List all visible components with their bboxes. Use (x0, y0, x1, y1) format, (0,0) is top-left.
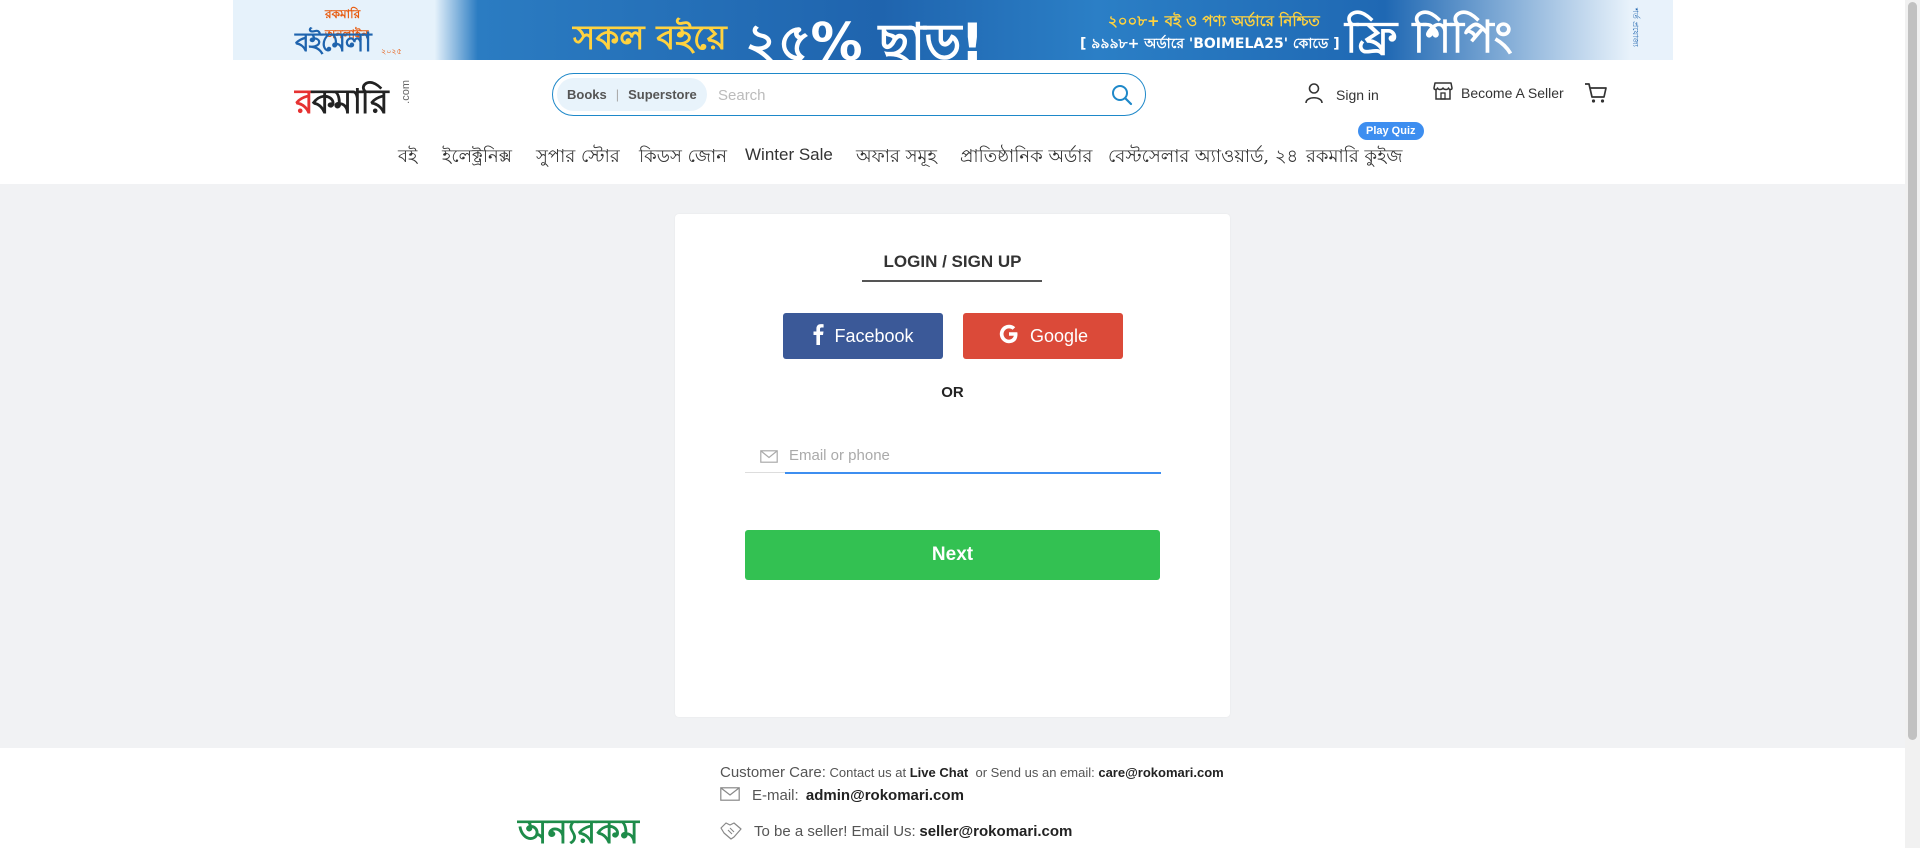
banner-note: শর্ত প্রযোজ্য (1631, 8, 1640, 47)
google-login-button[interactable]: Google (963, 313, 1123, 359)
login-card: LOGIN / SIGN UP Facebook Google OR Next (675, 214, 1230, 717)
search-input[interactable] (718, 83, 1098, 107)
search-tab-divider: | (615, 87, 620, 102)
search-tab-superstore[interactable]: Superstore (628, 87, 697, 102)
store-icon (1433, 82, 1461, 103)
footer-logo[interactable]: অন্যরকম (518, 806, 639, 848)
login-title: LOGIN / SIGN UP (883, 252, 1022, 271)
cart-button[interactable] (1584, 82, 1608, 109)
site-logo[interactable]: রকমারি .com (295, 76, 415, 122)
facebook-login-button[interactable]: Facebook (783, 313, 943, 359)
seller-email-line: To be a seller! Email Us: seller@rokomar… (720, 820, 1072, 843)
site-footer: অন্যরকম Customer Care: Contact us at Liv… (0, 748, 1920, 848)
banner-logo-year: ২০২৫ (381, 47, 402, 56)
nav-item-superstore[interactable]: সুপার স্টোর (536, 142, 620, 173)
promo-banner[interactable]: রকমারি অনলাইন বইমেলা ২০২৫ সকল বইয়ে ২৫% … (233, 0, 1673, 60)
become-seller-label: Become A Seller (1461, 84, 1564, 101)
facebook-login-label: Facebook (834, 325, 914, 346)
nav-item-winter-sale[interactable]: Winter Sale (745, 145, 833, 165)
nav-item-electronics[interactable]: ইলেক্ট্রনিক্স (442, 142, 512, 173)
nav-item-institutional-order[interactable]: প্রাতিষ্ঠানিক অর্ডার (960, 142, 1092, 173)
nav-item-books[interactable]: বই (398, 142, 417, 173)
banner-headline: সকল বইয়ে (573, 18, 727, 58)
search-category-tabs: Books | Superstore (557, 78, 707, 111)
or-divider: OR (941, 384, 964, 401)
email-icon-underline (745, 472, 785, 473)
user-icon (1304, 82, 1336, 107)
sign-in-link[interactable]: Sign in (1304, 82, 1379, 107)
search-icon[interactable] (1111, 84, 1133, 106)
logo-com: .com (400, 80, 412, 104)
logo-text: রকমারি (295, 76, 389, 133)
logo-text-main: কমারি (311, 82, 389, 122)
title-underline (862, 280, 1042, 282)
google-login-label: Google (1029, 325, 1089, 346)
live-chat-link[interactable]: Live Chat (910, 765, 969, 780)
send-email-text: or Send us an email: (975, 765, 1095, 780)
email-or-phone-field[interactable] (785, 438, 1161, 474)
admin-email-link[interactable]: admin@rokomari.com (806, 787, 964, 804)
banner-discount: ২৫% ছাড়! (745, 13, 984, 60)
main-content: LOGIN / SIGN UP Facebook Google OR Next (0, 184, 1920, 748)
google-icon (998, 323, 1030, 350)
customer-care-label: Customer Care: (720, 764, 826, 781)
envelope-icon (754, 446, 784, 466)
nav-item-bestseller-award[interactable]: বেস্টসেলার অ্যাওয়ার্ড, ২৪ (1108, 142, 1298, 173)
sign-in-label: Sign in (1336, 86, 1379, 103)
nav-item-quiz[interactable]: রকমারি কুইজ (1306, 142, 1403, 173)
search-tab-books[interactable]: Books (567, 87, 607, 102)
facebook-icon (812, 323, 834, 350)
nav-item-offers[interactable]: অফার সমূহ (856, 142, 937, 173)
top-banner-area: রকমারি অনলাইন বইমেলা ২০২৫ সকল বইয়ে ২৫% … (0, 0, 1920, 60)
main-nav: বই ইলেক্ট্রনিক্স সুপার স্টোর কিডস জোন Wi… (0, 142, 1920, 172)
contact-us-text: Contact us at (829, 765, 907, 780)
seller-text: To be a seller! Email Us: (754, 823, 916, 840)
boimela-logo: রকমারি অনলাইন বইমেলা ২০২৫ (295, 4, 402, 58)
scrollbar-thumb[interactable] (1908, 2, 1917, 740)
seller-email-link[interactable]: seller@rokomari.com (919, 823, 1072, 840)
nav-item-kids-zone[interactable]: কিডস জোন (639, 142, 727, 173)
banner-line2: [ ৯৯৯৮+ অর্ডারে 'BOIMELA25' কোডে ] (1080, 36, 1340, 52)
search-bar: Books | Superstore (552, 73, 1146, 116)
banner-shipping: ফ্রি শিপিং (1345, 12, 1513, 60)
handshake-icon (720, 820, 754, 843)
customer-care-line: Customer Care: Contact us at Live Chat o… (720, 764, 1224, 781)
next-button[interactable]: Next (745, 530, 1160, 580)
cart-icon (1584, 83, 1608, 108)
care-email-link[interactable]: care@rokomari.com (1098, 765, 1223, 780)
admin-email-line: E-mail: admin@rokomari.com (720, 787, 964, 804)
page-scrollbar[interactable] (1905, 0, 1920, 848)
logo-text-red: র (295, 82, 314, 122)
email-label: E-mail: (752, 787, 799, 804)
envelope-icon (720, 787, 752, 804)
play-quiz-badge[interactable]: Play Quiz (1358, 122, 1424, 140)
banner-logo-main: বইমেলা (295, 28, 372, 58)
become-seller-link[interactable]: Become A Seller (1433, 82, 1564, 103)
